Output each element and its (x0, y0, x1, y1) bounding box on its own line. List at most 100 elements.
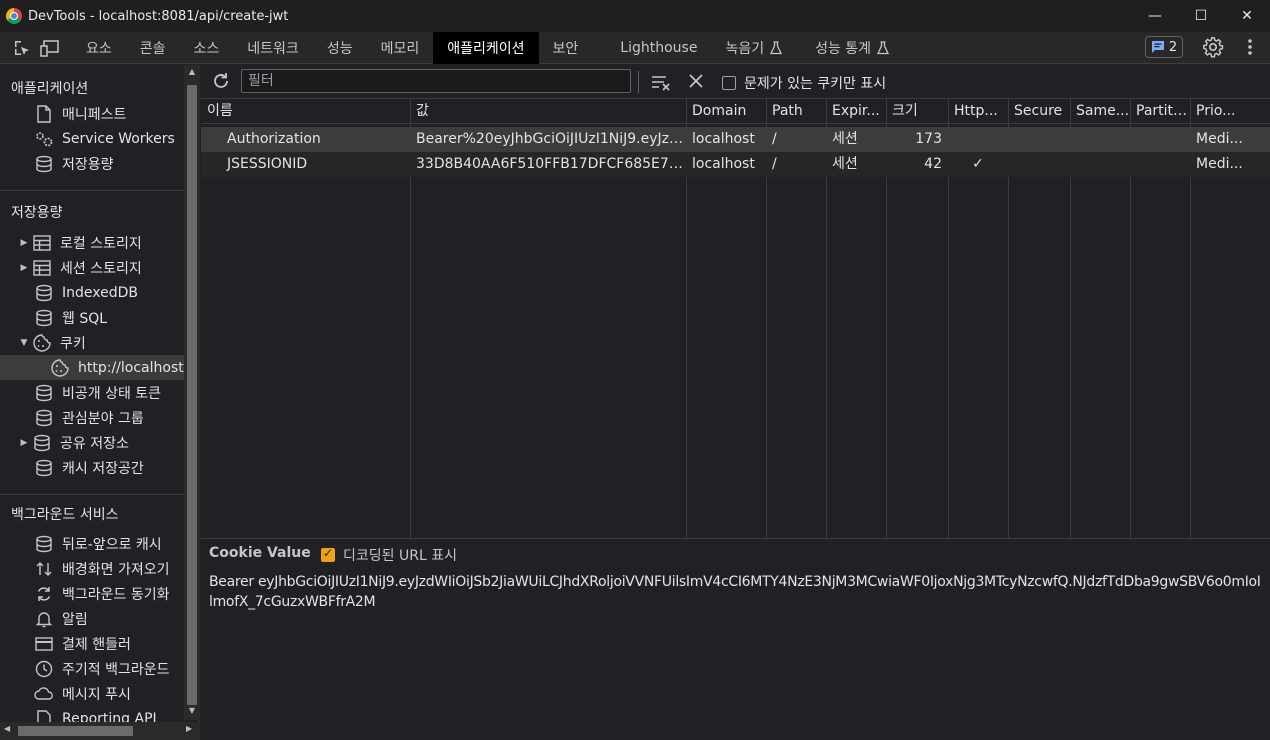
tab-memory[interactable]: 메모리 (367, 32, 434, 64)
table-header-row: 이름 값 Domain Path Expir... 크기 Http... Sec… (201, 99, 1270, 124)
expand-arrow-icon[interactable]: ▶ (18, 263, 30, 273)
column-header-path[interactable]: Path (766, 99, 826, 124)
sidebar-item-periodic-background-sync[interactable]: 주기적 백그라운드 (0, 656, 199, 681)
database-icon (34, 534, 54, 554)
sidebar-item-manifest[interactable]: 매니페스트 (0, 101, 199, 126)
devtools-tabbar: 요소 콘솔 소스 네트워크 성능 메모리 애플리케이션 보안 Lighthous… (0, 31, 1270, 64)
column-header-httponly[interactable]: Http... (948, 99, 1008, 124)
sidebar-item-cookies[interactable]: ▼ 쿠키 (0, 330, 199, 355)
tab-recorder[interactable]: 녹음기 (711, 32, 787, 64)
tab-performance-insights[interactable]: 성능 통계 (801, 32, 904, 64)
cookie-priority: Medi... (1196, 131, 1243, 147)
column-header-samesite[interactable]: Same... (1070, 99, 1130, 124)
cookie-name: Authorization (227, 131, 321, 147)
document-icon (34, 104, 54, 124)
sidebar-item-storage-overview[interactable]: 저장용량 (0, 151, 199, 176)
sidebar-item-background-fetch[interactable]: 배경화면 가져오기 (0, 556, 199, 581)
clear-all-cookies-icon[interactable] (687, 72, 705, 94)
scroll-up-arrow-icon[interactable]: ▲ (184, 67, 200, 81)
tab-application[interactable]: 애플리케이션 (433, 31, 539, 64)
cookie-value: 33D8B40AA6F510FFB17DFCF685E781... (416, 156, 686, 172)
scroll-right-arrow-icon[interactable]: ▶ (186, 724, 192, 733)
expand-arrow-icon[interactable]: ▶ (18, 238, 30, 248)
column-header-value[interactable]: 값 (410, 99, 686, 124)
database-icon (34, 283, 54, 303)
only-issues-checkbox[interactable] (722, 76, 736, 90)
scrollbar-thumb[interactable] (187, 85, 197, 705)
column-header-expires[interactable]: Expir... (826, 99, 886, 124)
cookie-secure (1008, 152, 1070, 177)
clock-icon (34, 659, 54, 679)
settings-gear-icon[interactable] (1202, 36, 1224, 62)
tab-elements[interactable]: 요소 (72, 32, 126, 64)
inspect-element-icon[interactable] (8, 34, 36, 62)
tab-sources[interactable]: 소스 (180, 32, 234, 64)
message-icon (1151, 41, 1164, 53)
sidebar-item-push-messaging[interactable]: 메시지 푸시 (0, 681, 199, 706)
tab-performance[interactable]: 성능 (313, 32, 367, 64)
scroll-down-arrow-icon[interactable]: ▼ (184, 706, 200, 720)
cookie-value-pane: Cookie Value 디코딩된 URL 표시 Bearer eyJhbGci… (201, 540, 1270, 740)
sidebar-item-background-sync[interactable]: 백그라운드 동기화 (0, 581, 199, 606)
sidebar-item-private-state-tokens[interactable]: 비공개 상태 토큰 (0, 380, 199, 405)
scrollbar-thumb[interactable] (18, 726, 133, 736)
column-header-domain[interactable]: Domain (686, 99, 766, 124)
scroll-left-arrow-icon[interactable]: ◀ (4, 724, 10, 733)
sidebar-item-cookie-localhost[interactable]: http://localhost:8 (0, 355, 199, 380)
column-header-partition-key[interactable]: Partiti... (1130, 99, 1190, 124)
chrome-logo-icon (6, 8, 22, 24)
column-header-priority[interactable]: Prio... (1190, 99, 1270, 124)
decode-url-checkbox-row[interactable]: 디코딩된 URL 표시 (321, 545, 457, 565)
sidebar-item-label: 매니페스트 (62, 106, 127, 123)
column-header-name[interactable]: 이름 (201, 99, 410, 124)
cookie-value-text[interactable]: Bearer eyJhbGciOiJIUzI1NiJ9.eyJzdWIiOiJS… (209, 572, 1261, 612)
sidebar-vertical-scrollbar[interactable]: ▲ ▼ (184, 65, 200, 720)
only-issues-checkbox-row[interactable]: 문제가 있는 쿠키만 표시 (722, 73, 886, 93)
sidebar-item-interest-groups[interactable]: 관심분야 그룹 (0, 405, 199, 430)
filter-input[interactable] (241, 69, 631, 93)
sidebar-item-indexeddb[interactable]: IndexedDB (0, 280, 199, 305)
more-options-icon[interactable] (1240, 36, 1260, 62)
minimize-button[interactable]: — (1132, 0, 1178, 32)
sidebar-item-cache-storage[interactable]: 캐시 저장공간 (0, 455, 199, 480)
device-toolbar-icon[interactable] (36, 34, 64, 62)
decode-url-checkbox[interactable] (321, 546, 335, 562)
cookie-path: / (772, 131, 777, 147)
sidebar-item-shared-storage[interactable]: ▶ 공유 저장소 (0, 430, 199, 455)
bell-icon (34, 609, 54, 629)
tab-console[interactable]: 콘솔 (126, 32, 180, 64)
cookie-secure (1008, 127, 1070, 152)
cookie-value: Bearer%20eyJhbGciOiJIUzI1NiJ9.eyJzd... (416, 131, 686, 147)
sidebar-item-notifications[interactable]: 알림 (0, 606, 199, 631)
sidebar-item-service-workers[interactable]: Service Workers (0, 126, 199, 151)
application-sidebar: 애플리케이션 매니페스트 Service Workers 저장용량 저장용량 ▶… (0, 65, 200, 740)
sidebar-item-payment-handler[interactable]: 결제 핸들러 (0, 631, 199, 656)
only-issues-label: 문제가 있는 쿠키만 표시 (744, 76, 887, 92)
gears-icon (34, 129, 54, 149)
sidebar-item-label: http://localhost:8 (78, 359, 198, 376)
sidebar-item-web-sql[interactable]: 웹 SQL (0, 305, 199, 330)
refresh-icon[interactable] (211, 71, 231, 95)
sidebar-horizontal-scrollbar[interactable]: ◀ ▶ (0, 722, 200, 740)
tab-lighthouse[interactable]: Lighthouse (606, 32, 711, 64)
close-window-button[interactable]: ✕ (1224, 0, 1270, 32)
tab-security[interactable]: 보안 (539, 32, 593, 64)
expand-arrow-icon[interactable]: ▶ (18, 438, 30, 448)
column-header-secure[interactable]: Secure (1008, 99, 1070, 124)
sidebar-item-label: 비공개 상태 토큰 (62, 385, 162, 402)
collapse-arrow-icon[interactable]: ▼ (18, 338, 30, 348)
sidebar-item-bfcache[interactable]: 뒤로-앞으로 캐시 (0, 531, 199, 556)
clear-filtered-cookies-icon[interactable] (651, 72, 673, 96)
cookie-partition-key (1130, 152, 1190, 177)
cookie-value-label: Cookie Value (209, 545, 311, 561)
sidebar-item-session-storage[interactable]: ▶ 세션 스토리지 (0, 255, 199, 280)
issues-counter-button[interactable]: 2 (1145, 36, 1183, 58)
table-row[interactable]: JSESSIONID 33D8B40AA6F510FFB17DFCF685E78… (201, 152, 1270, 177)
cookie-samesite (1070, 152, 1130, 177)
maximize-button[interactable]: ☐ (1178, 0, 1224, 32)
sidebar-item-local-storage[interactable]: ▶ 로컬 스토리지 (0, 230, 199, 255)
column-header-size[interactable]: 크기 (886, 99, 948, 124)
tab-network[interactable]: 네트워크 (233, 32, 313, 64)
table-row[interactable]: Authorization Bearer%20eyJhbGciOiJIUzI1N… (201, 127, 1270, 152)
section-title-storage: 저장용량 (11, 205, 63, 221)
